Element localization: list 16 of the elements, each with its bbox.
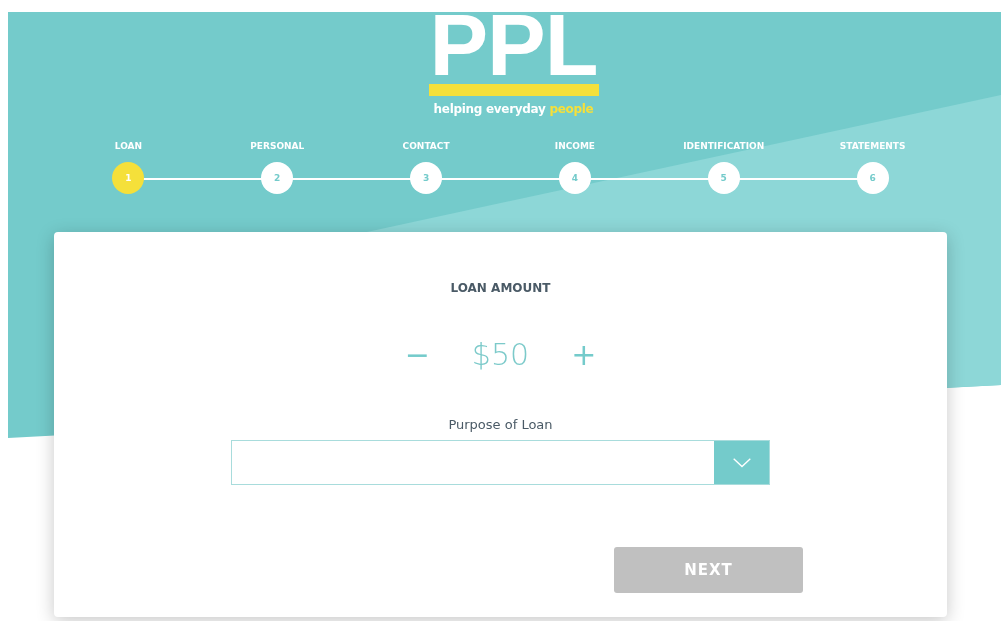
increase-button[interactable]: + xyxy=(567,338,601,372)
step-label: STATEMENTS xyxy=(839,140,906,152)
loan-amount-value: $50 xyxy=(471,336,530,374)
step-label: PERSONAL xyxy=(250,140,305,152)
purpose-dropdown[interactable] xyxy=(231,440,770,485)
step-label: LOAN xyxy=(114,140,143,152)
purpose-label: Purpose of Loan xyxy=(448,417,553,432)
logo-wordmark: PPL xyxy=(429,12,598,78)
logo-tagline-highlight: people xyxy=(549,102,594,116)
loan-amount-title: LOAN AMOUNT xyxy=(450,281,551,295)
step-label: INCOME xyxy=(554,140,596,152)
chevron-down-icon xyxy=(732,457,751,468)
logo-tagline: helping everyday xyxy=(433,102,546,116)
step-label: IDENTIFICATION xyxy=(683,140,765,152)
decrease-button[interactable]: − xyxy=(400,338,434,372)
step-label: CONTACT xyxy=(402,140,450,152)
